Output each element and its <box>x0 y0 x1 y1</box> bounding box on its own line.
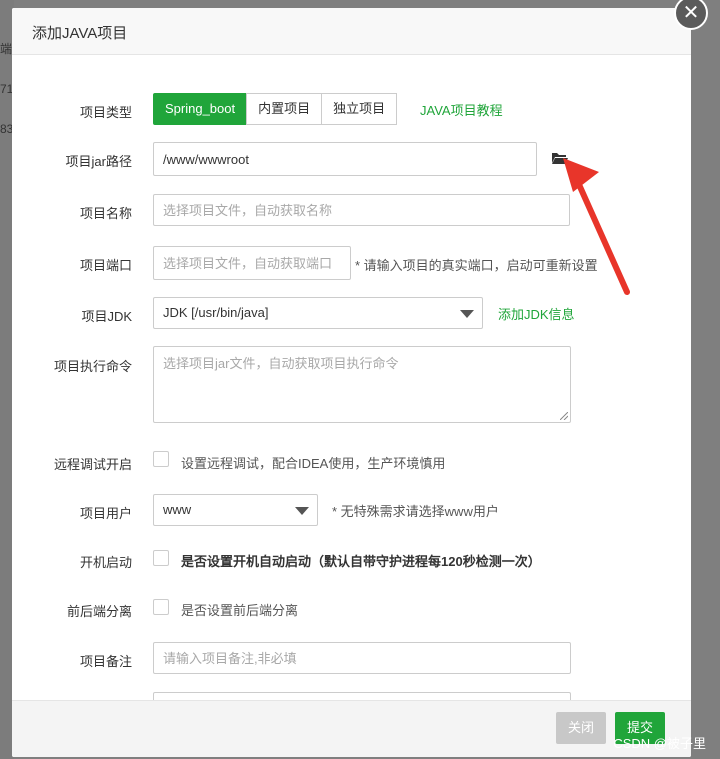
user-hint: * 无特殊需求请选择www用户 <box>332 504 499 519</box>
separation-checkbox[interactable] <box>153 599 169 615</box>
jdk-select-value: JDK [/usr/bin/java] <box>163 305 269 320</box>
remark-input[interactable] <box>153 642 571 674</box>
project-name-label: 项目名称 <box>79 206 132 221</box>
close-button[interactable]: 关闭 <box>556 712 607 744</box>
auto-start-checkbox[interactable] <box>153 550 169 566</box>
project-name-input[interactable] <box>153 194 570 226</box>
chevron-down-icon <box>295 507 309 515</box>
project-jdk-label: 项目JDK <box>81 309 132 324</box>
background-text: 端 <box>0 42 13 56</box>
dialog-header: 添加JAVA项目 <box>12 8 691 55</box>
jar-path-input[interactable] <box>153 142 537 176</box>
remote-debug-label: 远程调试开启 <box>53 457 132 472</box>
project-type-springboot[interactable]: Spring_boot <box>153 93 248 125</box>
remote-debug-checkbox[interactable] <box>153 451 169 467</box>
project-type-label: 项目类型 <box>79 105 132 120</box>
add-java-project-dialog: 添加JAVA项目 项目类型 Spring_boot 内置项目 独立项目 JAVA… <box>12 8 691 757</box>
watermark: CSDN @被子里 <box>613 736 706 751</box>
exec-command-placeholder: 选择项目jar文件，自动获取项目执行命令 <box>163 356 399 371</box>
project-user-label: 项目用户 <box>79 506 132 521</box>
project-type-standalone[interactable]: 独立项目 <box>321 93 398 125</box>
chevron-down-icon <box>460 310 474 318</box>
user-select-value: www <box>163 502 192 517</box>
dialog-footer: 关闭 提交 <box>12 700 691 757</box>
resize-handle-icon[interactable] <box>560 412 568 420</box>
add-jdk-link[interactable]: 添加JDK信息 <box>498 304 575 323</box>
auto-start-label: 开机启动 <box>79 555 132 570</box>
jar-path-label: 项目jar路径 <box>65 154 132 169</box>
dialog-title: 添加JAVA项目 <box>32 25 128 42</box>
separation-label: 前后端分离 <box>66 604 132 619</box>
project-port-input[interactable] <box>153 246 351 280</box>
auto-start-text: 是否设置开机自动启动（默认自带守护进程每120秒检测一次） <box>181 554 541 569</box>
user-select[interactable]: www <box>153 494 318 526</box>
red-arrow-annotation <box>563 158 630 295</box>
project-type-selector: Spring_boot 内置项目 独立项目 <box>153 93 398 125</box>
exec-command-textarea[interactable]: 选择项目jar文件，自动获取项目执行命令 <box>153 346 571 423</box>
close-icon[interactable]: ✕ <box>674 0 708 30</box>
project-type-builtin[interactable]: 内置项目 <box>246 93 323 125</box>
exec-command-label: 项目执行命令 <box>53 359 132 374</box>
remote-debug-text: 设置远程调试，配合IDEA使用，生产环境慎用 <box>181 456 446 471</box>
java-tutorial-link[interactable]: JAVA项目教程 <box>420 100 503 119</box>
project-port-label: 项目端口 <box>79 258 132 273</box>
separation-text: 是否设置前后端分离 <box>181 603 299 618</box>
jdk-select[interactable]: JDK [/usr/bin/java] <box>153 297 483 329</box>
remark-label: 项目备注 <box>79 654 132 669</box>
